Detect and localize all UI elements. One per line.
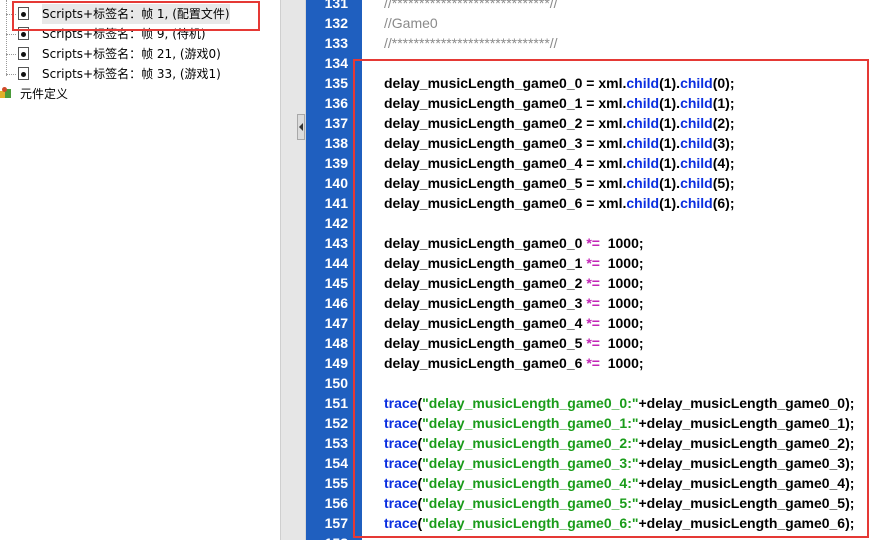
code-line: //*****************************// [384, 0, 558, 13]
line-number: 156 [324, 495, 348, 511]
script-tree-panel: Scripts+标签名：帧 1, (配置文件) Scripts+标签名：帧 9,… [0, 0, 280, 540]
line-number: 135 [324, 75, 348, 91]
line-number: 158 [306, 533, 348, 540]
line-number: 154 [324, 455, 348, 471]
library-icon [0, 87, 12, 100]
code-line: //Game0 [384, 13, 438, 33]
code-comment: //*****************************// [384, 0, 558, 11]
code-comment: //Game0 [384, 15, 438, 31]
line-number: 152 [324, 415, 348, 431]
line-number: 145 [324, 275, 348, 291]
line-number: 149 [324, 355, 348, 371]
frame-script-icon [18, 47, 29, 60]
line-number: 140 [324, 175, 348, 191]
panel-splitter[interactable] [280, 0, 306, 540]
line-number: 143 [324, 235, 348, 251]
tree-item-library[interactable]: 元件定义 [0, 84, 280, 104]
line-number: 144 [324, 255, 348, 271]
line-number: 151 [324, 395, 348, 411]
line-number: 153 [324, 435, 348, 451]
line-number: 131 [324, 0, 348, 11]
line-number: 155 [324, 475, 348, 491]
line-number: 138 [324, 135, 348, 151]
line-number: 133 [324, 35, 348, 51]
line-number: 136 [324, 95, 348, 111]
tree-item-frame-21[interactable]: Scripts+标签名：帧 21, (游戏0) [0, 44, 280, 64]
tree-item-label: 元件定义 [20, 87, 69, 101]
code-line: //*****************************// [384, 33, 558, 53]
line-number: 139 [324, 155, 348, 171]
line-number: 157 [324, 515, 348, 531]
tree-item-label: Scripts+标签名：帧 33, (游戏1) [42, 67, 221, 81]
line-number: 146 [324, 295, 348, 311]
line-number: 134 [324, 55, 348, 71]
frame-script-icon [18, 67, 29, 80]
line-number: 132 [324, 15, 348, 31]
line-number: 137 [324, 115, 348, 131]
line-number: 150 [324, 375, 348, 391]
tree-branch-line [6, 54, 16, 55]
highlight-box [12, 1, 260, 31]
collapse-arrow-icon[interactable] [297, 114, 305, 140]
line-number: 147 [324, 315, 348, 331]
code-comment: //*****************************// [384, 35, 558, 51]
tree-branch-line [6, 74, 16, 75]
tree-item-label: Scripts+标签名：帧 21, (游戏0) [42, 47, 221, 61]
line-number: 148 [324, 335, 348, 351]
line-number: 141 [324, 195, 348, 211]
highlight-box [353, 59, 869, 538]
tree-item-frame-33[interactable]: Scripts+标签名：帧 33, (游戏1) [0, 64, 280, 84]
line-number: 142 [324, 215, 348, 231]
tree-branch-line [6, 34, 16, 35]
